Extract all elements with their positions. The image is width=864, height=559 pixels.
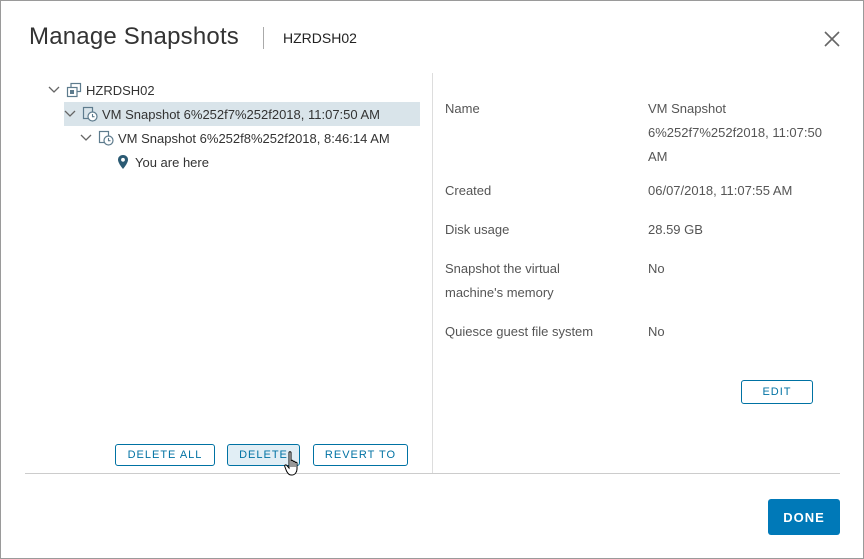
snapshot-icon (82, 106, 98, 122)
name-label: Name (445, 101, 480, 116)
disk-usage-label: Disk usage (445, 222, 510, 237)
done-button[interactable]: DONE (768, 499, 840, 535)
tree-item-snapshot-1[interactable]: VM Snapshot 6%252f7%252f2018, 11:07:50 A… (64, 102, 420, 126)
title-separator (263, 27, 264, 49)
manage-snapshots-dialog: Manage Snapshots HZRDSH02 HZRDSH02 VM Sn… (0, 0, 864, 559)
revert-to-button[interactable]: REVERT TO (313, 444, 408, 466)
created-label: Created (445, 183, 492, 198)
close-icon[interactable] (823, 30, 841, 48)
tree-item-label: VM Snapshot 6%252f7%252f2018, 11:07:50 A… (102, 106, 381, 122)
chevron-down-icon[interactable] (48, 84, 60, 96)
chevron-down-icon[interactable] (80, 132, 92, 144)
edit-button[interactable]: EDIT (741, 380, 813, 404)
vm-name-subtitle: HZRDSH02 (283, 30, 357, 46)
quiesce-value: No (648, 324, 665, 339)
tree-item-you-are-here[interactable]: You are here (115, 150, 209, 174)
name-value: VM Snapshot 6%252f7%252f2018, 11:07:50 A… (648, 101, 822, 164)
memory-label: Snapshot the virtual machine's memory (445, 261, 560, 300)
disk-usage-value: 28.59 GB (648, 222, 703, 237)
vm-icon (66, 82, 82, 98)
snapshot-icon (98, 130, 114, 146)
created-value: 06/07/2018, 11:07:55 AM (648, 183, 793, 198)
tree-item-snapshot-2[interactable]: VM Snapshot 6%252f8%252f2018, 8:46:14 AM (80, 126, 390, 150)
memory-value: No (648, 261, 665, 276)
quiesce-label: Quiesce guest file system (445, 324, 594, 339)
panel-divider (432, 73, 433, 473)
footer-divider (25, 473, 840, 474)
tree-item-vm-root[interactable]: HZRDSH02 (48, 78, 155, 102)
tree-item-label: VM Snapshot 6%252f8%252f2018, 8:46:14 AM (118, 130, 390, 146)
location-pin-icon (118, 155, 128, 169)
hand-cursor-icon (284, 451, 298, 476)
chevron-down-icon[interactable] (64, 108, 76, 120)
dialog-title: Manage Snapshots (29, 23, 240, 50)
tree-item-label: You are here (135, 154, 209, 170)
delete-all-button[interactable]: DELETE ALL (115, 444, 215, 466)
tree-item-label: HZRDSH02 (86, 82, 155, 98)
